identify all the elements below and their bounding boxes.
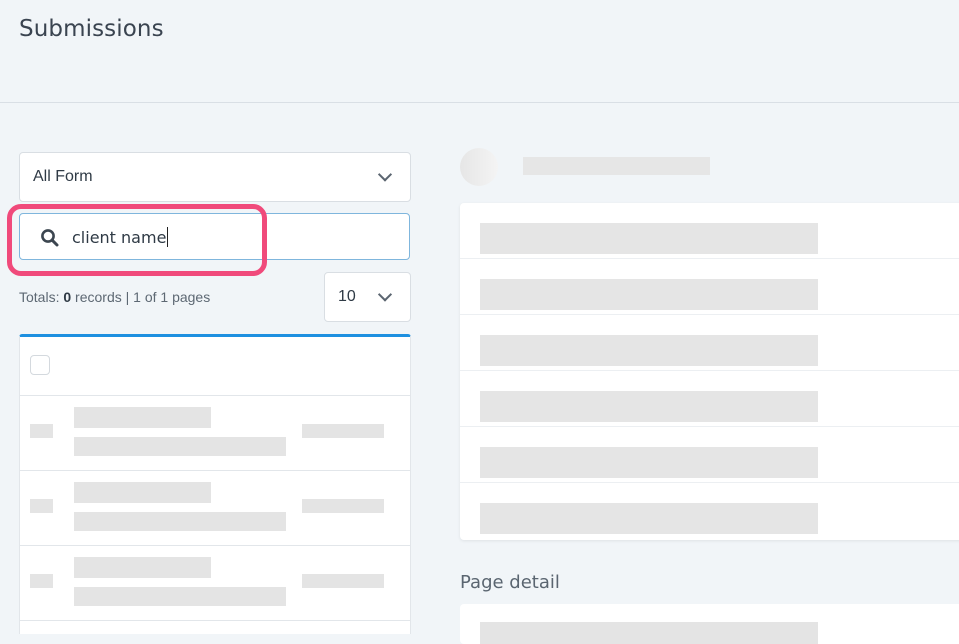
totals-summary: Totals: 0 records | 1 of 1 pages bbox=[19, 289, 210, 305]
title-skeleton bbox=[523, 157, 710, 175]
page-detail-card bbox=[460, 604, 959, 644]
skeleton-block bbox=[74, 437, 286, 456]
chevron-down-icon bbox=[377, 287, 393, 302]
detail-row bbox=[460, 483, 959, 539]
skeleton-block bbox=[74, 512, 286, 531]
detail-row bbox=[460, 315, 959, 371]
select-all-checkbox[interactable] bbox=[30, 355, 50, 375]
header-divider bbox=[0, 102, 959, 103]
search-icon bbox=[41, 229, 59, 247]
search-input[interactable]: client name bbox=[19, 213, 410, 260]
skeleton-block bbox=[480, 447, 818, 478]
totals-label: Totals: bbox=[19, 289, 60, 305]
detail-row bbox=[460, 259, 959, 315]
skeleton-block bbox=[302, 424, 384, 438]
page-detail-title: Page detail bbox=[460, 572, 560, 593]
avatar-skeleton bbox=[460, 148, 498, 186]
detail-row bbox=[460, 203, 959, 259]
skeleton-block bbox=[480, 622, 818, 644]
skeleton-block bbox=[74, 587, 286, 606]
skeleton-block bbox=[74, 482, 211, 503]
totals-count: 0 bbox=[63, 289, 72, 305]
search-input-value: client name bbox=[72, 228, 167, 247]
list-item[interactable] bbox=[20, 471, 410, 546]
skeleton-block bbox=[30, 499, 53, 513]
list-item[interactable] bbox=[20, 396, 410, 471]
detail-card bbox=[460, 203, 959, 540]
per-page-select[interactable]: 10 bbox=[324, 272, 411, 322]
per-page-value: 10 bbox=[338, 288, 356, 305]
list-header bbox=[20, 337, 410, 396]
detail-row bbox=[460, 427, 959, 483]
text-caret bbox=[167, 227, 169, 247]
skeleton-block bbox=[74, 407, 211, 428]
detail-row bbox=[460, 371, 959, 427]
skeleton-block bbox=[30, 424, 53, 438]
list-item[interactable] bbox=[20, 546, 410, 621]
skeleton-block bbox=[480, 391, 818, 422]
skeleton-block bbox=[480, 503, 818, 534]
skeleton-block bbox=[30, 574, 53, 588]
skeleton-block bbox=[302, 574, 384, 588]
chevron-down-icon bbox=[377, 167, 393, 182]
submissions-list bbox=[19, 334, 411, 634]
form-select-value: All Form bbox=[33, 168, 93, 185]
skeleton-block bbox=[302, 499, 384, 513]
totals-suffix: records | 1 of 1 pages bbox=[75, 289, 211, 305]
page-title: Submissions bbox=[19, 16, 164, 42]
form-select[interactable]: All Form bbox=[19, 152, 411, 202]
skeleton-block bbox=[480, 279, 818, 310]
skeleton-block bbox=[480, 223, 818, 254]
skeleton-block bbox=[74, 557, 211, 578]
skeleton-block bbox=[480, 335, 818, 366]
